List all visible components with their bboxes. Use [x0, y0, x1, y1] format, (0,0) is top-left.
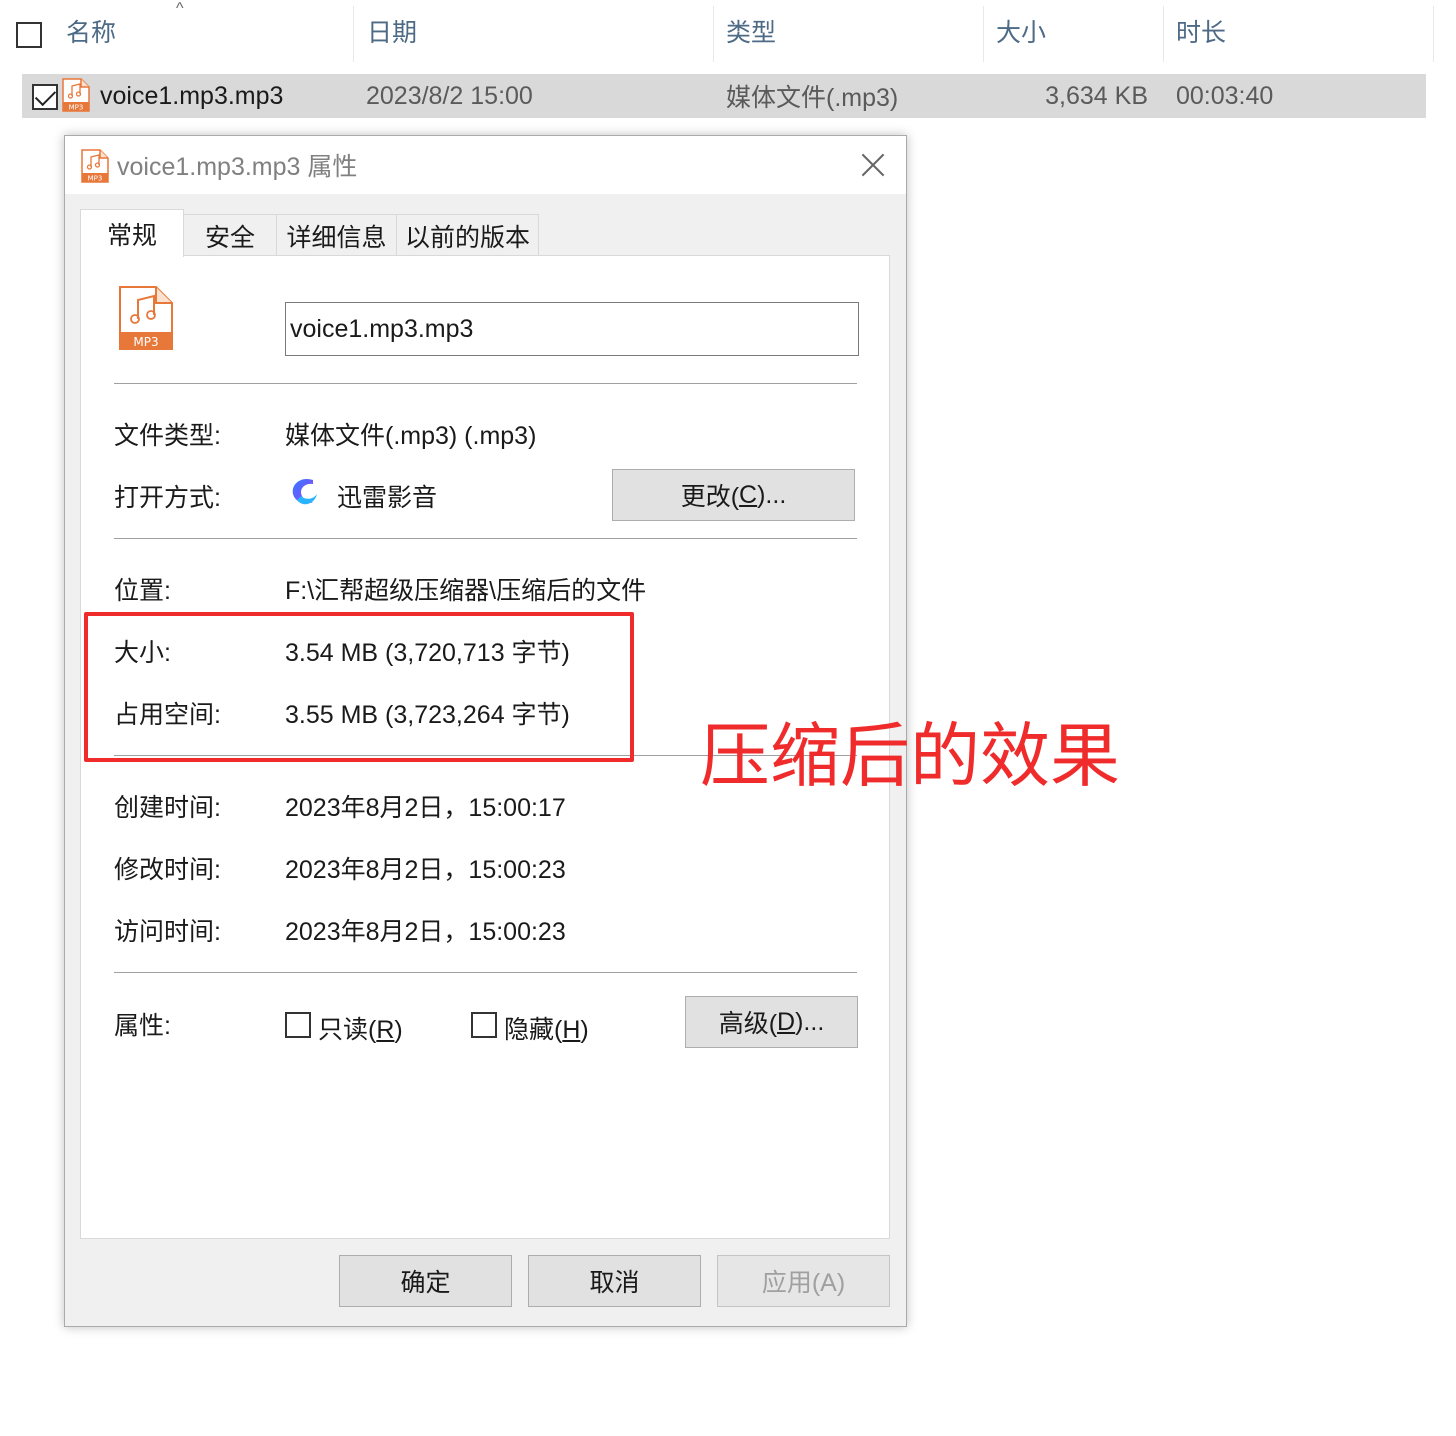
hidden-label-tail: ) — [580, 1016, 589, 1044]
open-with-value: 迅雷影音 — [337, 484, 438, 512]
advanced-button-label: 高级( — [718, 1010, 778, 1038]
xunlei-player-icon — [287, 474, 323, 515]
column-divider[interactable] — [1433, 6, 1434, 62]
size-label: 大小: — [114, 639, 171, 667]
accessed-label: 访问时间: — [114, 918, 221, 946]
readonly-label: 只读(R) — [318, 1010, 403, 1046]
change-button-label-tail: )... — [757, 480, 787, 509]
readonly-accesskey: R — [376, 1016, 395, 1044]
mp3-icon-label: MP3 — [88, 175, 103, 183]
tab-general[interactable]: 常规 — [80, 209, 184, 257]
dialog-title: voice1.mp3.mp3 属性 — [117, 153, 358, 181]
file-type-value: 媒体文件(.mp3) (.mp3) — [285, 422, 537, 450]
change-program-button[interactable]: 更改(C)... — [612, 469, 855, 521]
readonly-label-text: 只读( — [318, 1016, 377, 1044]
open-with-label: 打开方式: — [114, 484, 221, 512]
mp3-file-icon: MP3 — [62, 78, 90, 112]
file-row-checkbox[interactable] — [32, 84, 58, 110]
file-type-label: 文件类型: — [114, 422, 221, 450]
readonly-label-tail: ) — [394, 1016, 403, 1044]
ok-button[interactable]: 确定 — [339, 1255, 512, 1307]
sort-ascending-icon: ^ — [176, 0, 184, 17]
column-header-date[interactable]: 日期 — [367, 0, 417, 62]
advanced-button-label-tail: )... — [795, 1007, 825, 1036]
dialog-titlebar[interactable]: MP3 voice1.mp3.mp3 属性 — [65, 136, 906, 194]
divider — [114, 972, 857, 973]
created-label: 创建时间: — [114, 794, 221, 822]
file-duration-cell: 00:03:40 — [1176, 81, 1274, 110]
column-divider[interactable] — [713, 6, 714, 62]
file-name-cell: voice1.mp3.mp3 — [100, 81, 284, 110]
hidden-checkbox[interactable] — [471, 1012, 497, 1038]
accessed-value: 2023年8月2日，15:00:23 — [285, 918, 566, 946]
apply-button[interactable]: 应用(A) — [717, 1255, 890, 1307]
file-list-header: ^ 名称 日期 类型 大小 时长 — [0, 0, 1436, 70]
advanced-accesskey: D — [777, 1007, 796, 1036]
cancel-button[interactable]: 取消 — [528, 1255, 701, 1307]
tab-details[interactable]: 详细信息 — [276, 214, 397, 256]
file-name-input[interactable]: voice1.mp3.mp3 — [285, 302, 859, 356]
column-divider[interactable] — [353, 6, 354, 62]
readonly-checkbox[interactable] — [285, 1012, 311, 1038]
file-date-cell: 2023/8/2 15:00 — [366, 81, 533, 110]
disk-size-label: 占用空间: — [114, 701, 221, 729]
attributes-label: 属性: — [114, 1012, 171, 1040]
location-label: 位置: — [114, 577, 171, 605]
tab-security[interactable]: 安全 — [183, 214, 277, 256]
advanced-button[interactable]: 高级(D)... — [685, 996, 858, 1048]
change-button-accesskey: C — [739, 480, 758, 509]
divider — [114, 538, 857, 539]
mp3-title-icon: MP3 — [81, 149, 109, 183]
file-row-selected[interactable]: MP3 voice1.mp3.mp3 2023/8/2 15:00 媒体文件(.… — [22, 74, 1426, 118]
location-value: F:\汇帮超级压缩器\压缩后的文件 — [285, 577, 647, 605]
select-all-checkbox[interactable] — [16, 22, 42, 48]
hidden-label-text: 隐藏( — [504, 1016, 563, 1044]
mp3-icon-label: MP3 — [69, 104, 84, 112]
tab-previous-versions[interactable]: 以前的版本 — [396, 214, 539, 256]
disk-size-value: 3.55 MB (3,723,264 字节) — [285, 701, 570, 729]
close-icon[interactable] — [858, 150, 888, 180]
column-header-duration[interactable]: 时长 — [1176, 0, 1226, 62]
column-divider[interactable] — [1163, 6, 1164, 62]
size-value: 3.54 MB (3,720,713 字节) — [285, 639, 570, 667]
file-size-cell: 3,634 KB — [1045, 81, 1148, 110]
hidden-label: 隐藏(H) — [504, 1010, 589, 1046]
mp3-large-file-icon: MP3 — [118, 285, 174, 351]
modified-value: 2023年8月2日，15:00:23 — [285, 856, 566, 884]
modified-label: 修改时间: — [114, 856, 221, 884]
annotation-text: 压缩后的效果 — [700, 715, 1120, 797]
divider — [114, 383, 857, 384]
change-button-label: 更改( — [680, 483, 740, 511]
column-header-type[interactable]: 类型 — [726, 0, 776, 62]
column-header-name[interactable]: 名称 — [66, 0, 116, 62]
file-type-cell: 媒体文件(.mp3) — [726, 84, 899, 112]
column-divider[interactable] — [983, 6, 984, 62]
column-header-size[interactable]: 大小 — [996, 0, 1046, 62]
hidden-accesskey: H — [562, 1016, 581, 1044]
created-value: 2023年8月2日，15:00:17 — [285, 794, 566, 822]
mp3-icon-label: MP3 — [133, 335, 158, 349]
